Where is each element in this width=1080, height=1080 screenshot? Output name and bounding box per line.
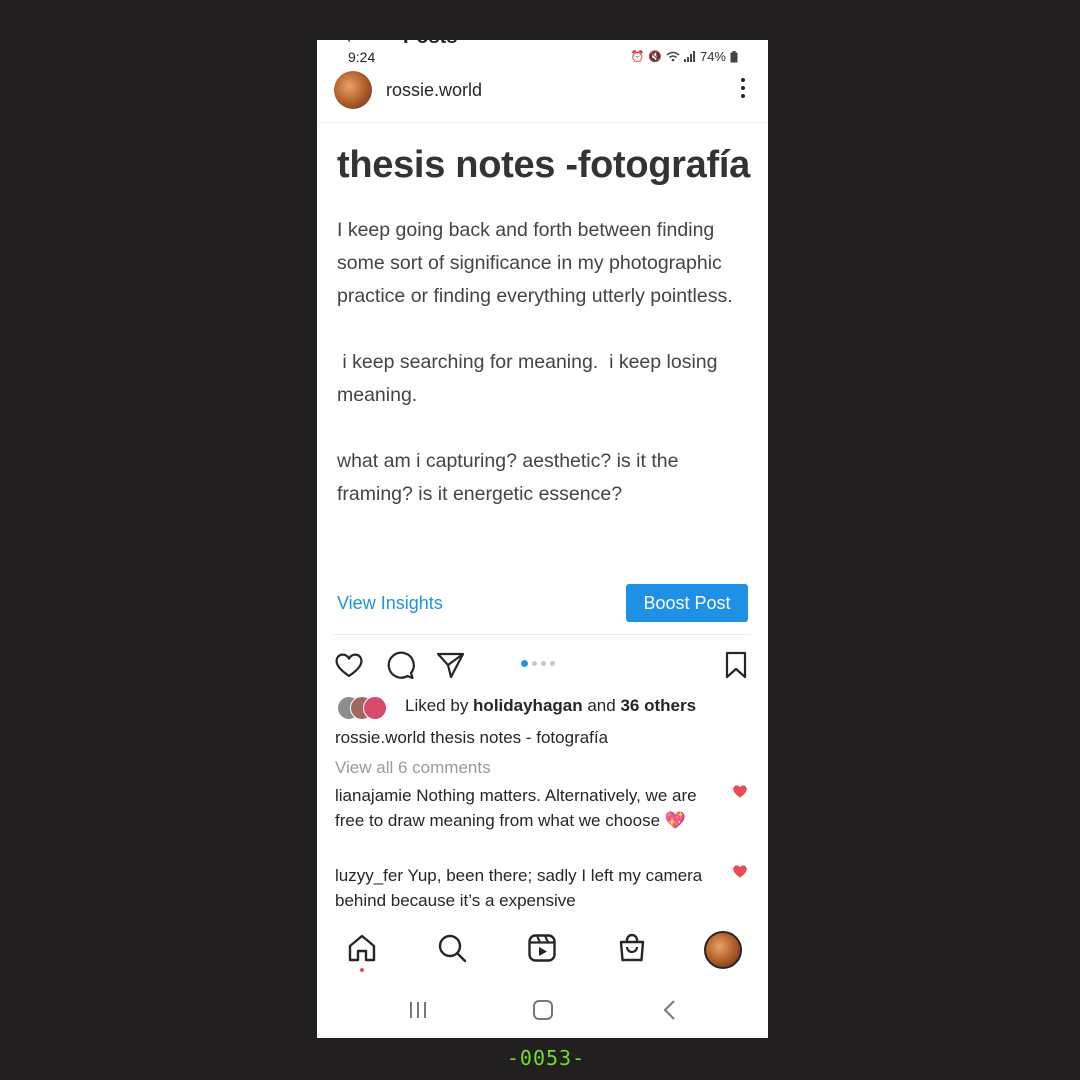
- likes-text: Liked by holidayhagan and 36 others: [405, 696, 696, 716]
- share-icon[interactable]: [434, 649, 466, 681]
- post-header: rossie.world: [317, 68, 768, 123]
- comment: lianajamie Nothing matters. Alternativel…: [335, 783, 715, 833]
- likes-middle: and: [582, 696, 621, 715]
- battery-icon: [730, 50, 738, 62]
- divider: [334, 634, 751, 635]
- profile-avatar[interactable]: [704, 931, 742, 969]
- likes-prefix: Liked by: [405, 696, 474, 715]
- comment-icon[interactable]: [384, 649, 416, 681]
- battery-percent: 74%: [699, 49, 726, 64]
- carousel-dot: [541, 661, 546, 666]
- comment: luzyy_fer Yup, been there; sadly I left …: [335, 863, 715, 913]
- post-paragraph: I keep going back and forth between find…: [337, 219, 733, 307]
- alarm-icon: ⏰: [630, 51, 645, 63]
- view-all-comments-link[interactable]: View all 6 comments: [335, 758, 491, 778]
- liked-heart-icon[interactable]: [732, 784, 748, 798]
- recent-apps-icon[interactable]: [406, 998, 430, 1022]
- caption-username[interactable]: rossie.world: [335, 728, 426, 747]
- mute-icon: 🔇: [648, 51, 662, 63]
- post-title: thesis notes -fotografía: [337, 144, 750, 186]
- liked-heart-icon[interactable]: [732, 864, 748, 878]
- avatar: [363, 696, 387, 720]
- carousel-dot: [550, 661, 555, 666]
- heart-emoji: 💖: [664, 811, 686, 830]
- shop-icon[interactable]: [616, 932, 648, 964]
- search-icon[interactable]: [436, 932, 468, 964]
- post-username[interactable]: rossie.world: [386, 80, 482, 101]
- bottom-nav: [317, 918, 768, 978]
- phone-screen: ←Posts 9:24 ⏰ 🔇 74% rossie.world thesis …: [317, 40, 768, 1038]
- carousel-dot: [521, 660, 528, 667]
- frame-counter: -0053-: [506, 1046, 586, 1070]
- likes-others[interactable]: 36 others: [620, 696, 696, 715]
- view-insights-link[interactable]: View Insights: [337, 593, 443, 614]
- comment-username[interactable]: luzyy_fer: [335, 866, 403, 885]
- carousel-dot: [532, 661, 537, 666]
- heart-icon[interactable]: [333, 649, 365, 681]
- carousel-indicator: [521, 660, 555, 667]
- post-actions: [317, 645, 768, 685]
- boost-post-button[interactable]: Boost Post: [626, 584, 748, 622]
- more-options-icon[interactable]: [740, 78, 746, 102]
- status-icons: ⏰ 🔇 74%: [631, 49, 738, 64]
- home-icon[interactable]: [346, 932, 378, 964]
- reels-icon[interactable]: [526, 932, 558, 964]
- post-caption: rossie.world thesis notes - fotografía: [335, 728, 608, 748]
- back-button-icon[interactable]: [658, 998, 682, 1022]
- comment-username[interactable]: lianajamie: [335, 786, 412, 805]
- liker-avatars: [337, 696, 397, 720]
- home-button-icon[interactable]: [531, 998, 555, 1022]
- status-bar: 9:24 ⏰ 🔇 74%: [317, 40, 768, 68]
- wifi-icon: [666, 51, 680, 62]
- bookmark-icon[interactable]: [720, 649, 752, 681]
- system-nav-bar: [317, 980, 768, 1038]
- status-time: 9:24: [348, 49, 376, 65]
- post-body: I keep going back and forth between find…: [337, 214, 752, 544]
- signal-icon: [683, 51, 695, 62]
- post-paragraph: what am i capturing? aesthetic? is it th…: [337, 450, 679, 505]
- liker-username[interactable]: holidayhagan: [473, 696, 583, 715]
- caption-text: thesis notes - fotografía: [425, 728, 609, 747]
- likes-summary[interactable]: Liked by holidayhagan and 36 others: [337, 694, 757, 720]
- avatar[interactable]: [334, 71, 372, 109]
- post-paragraph: i keep searching for meaning. i keep los…: [337, 351, 723, 406]
- active-tab-dot: [360, 968, 364, 972]
